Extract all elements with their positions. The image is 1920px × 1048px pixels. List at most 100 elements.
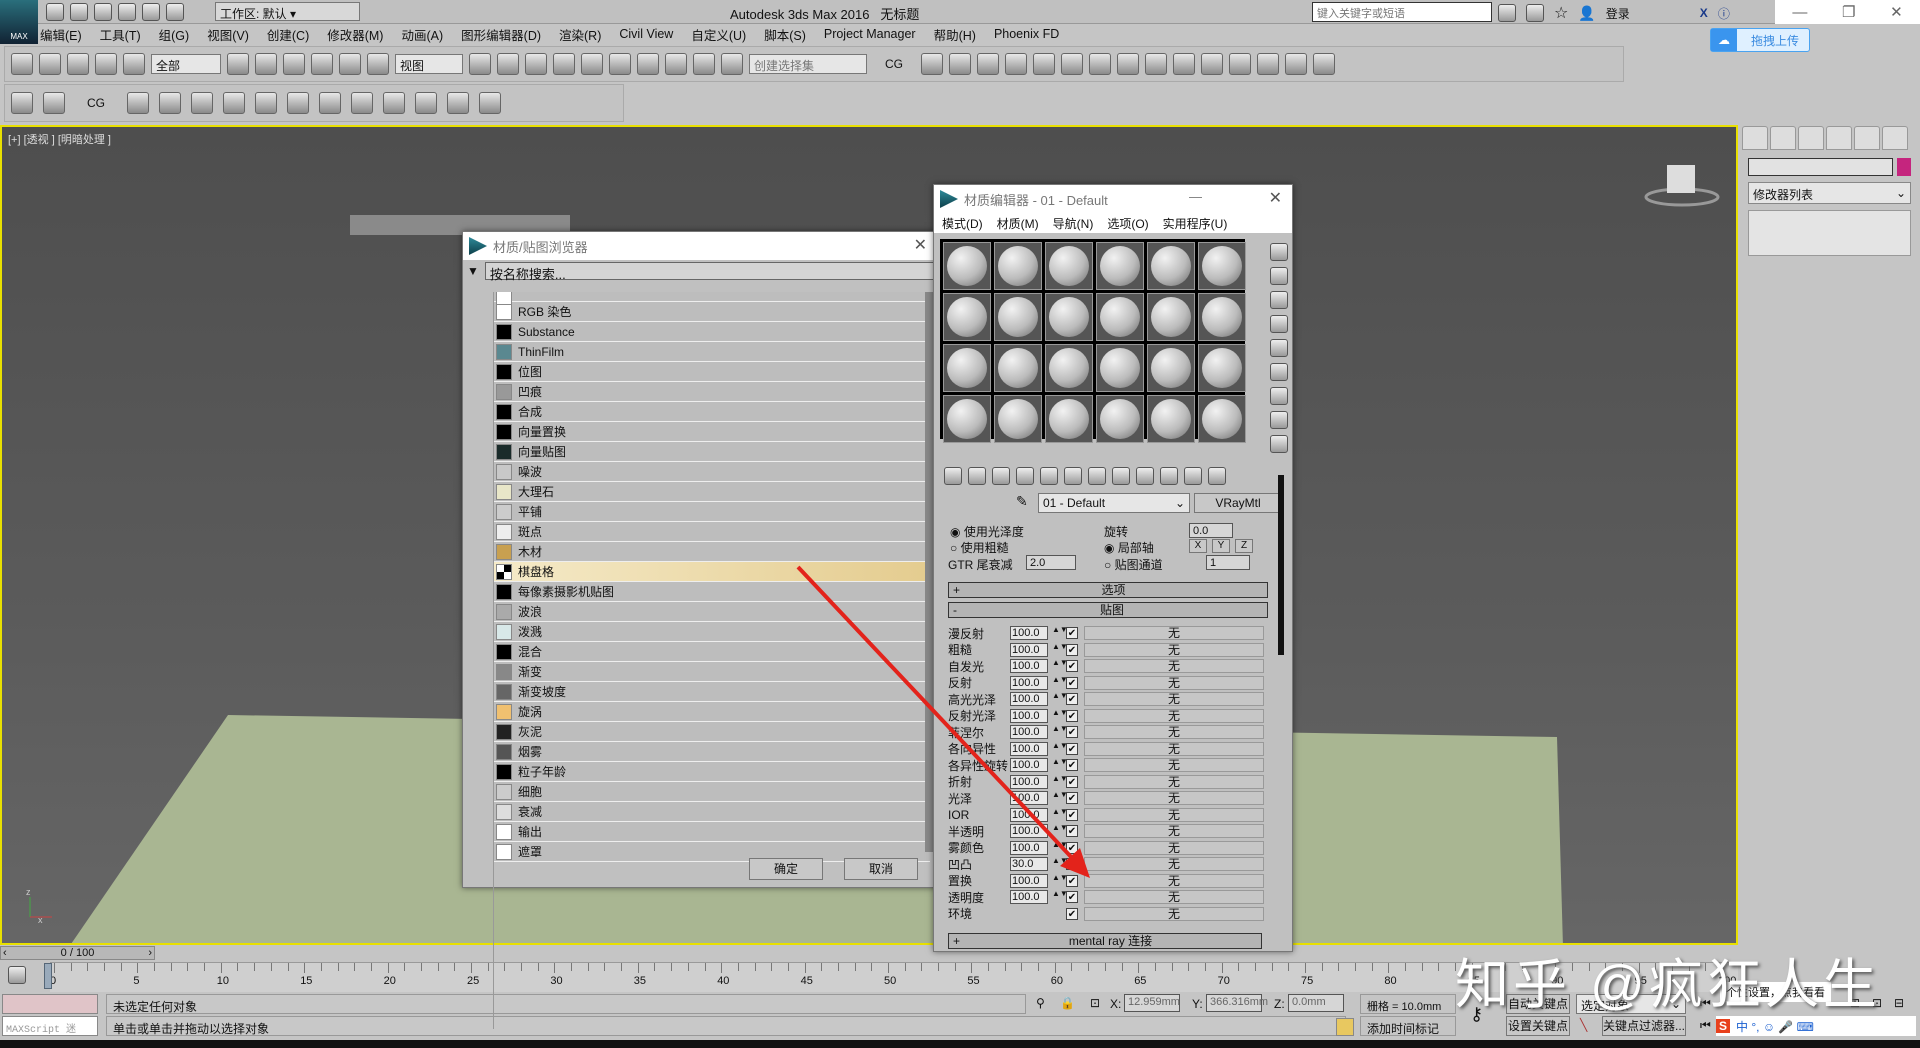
menu-item[interactable]: 创建(C) — [267, 25, 309, 44]
material-editor-icon[interactable] — [1173, 53, 1195, 75]
login-button[interactable]: 登录 — [1606, 5, 1630, 22]
menu-item[interactable]: 工具(T) — [100, 25, 141, 44]
absolute-mode-icon[interactable]: ⊡ — [1090, 996, 1100, 1010]
pick-material-icon[interactable] — [1208, 467, 1226, 485]
spinner-icon[interactable]: ▲▼ — [1052, 642, 1068, 657]
map-amount-input[interactable]: 100.0 — [1010, 642, 1048, 657]
list-item[interactable]: 泼溅 — [494, 622, 930, 642]
menu-item[interactable]: 导航(N) — [1053, 215, 1094, 232]
infocenter-search-input[interactable]: 键入关键字或短语 — [1312, 2, 1492, 22]
a360-icon[interactable] — [1313, 53, 1335, 75]
list-item[interactable]: 每像素摄影机贴图 — [494, 582, 930, 602]
qr-icon[interactable] — [1145, 53, 1167, 75]
y-coordinate-input[interactable]: 366.316mm — [1206, 994, 1268, 1012]
cancel-button[interactable]: 取消 — [844, 858, 918, 880]
z-coordinate-input[interactable]: 0.0mm — [1288, 994, 1344, 1012]
map-channel-radio[interactable]: ○ 贴图通道 — [1104, 556, 1163, 573]
playback-icon[interactable]: ⏮ — [1700, 1018, 1711, 1033]
list-item[interactable]: 位图 — [494, 362, 930, 382]
lock-icon[interactable]: 🔒 — [1060, 996, 1075, 1010]
material-map-navigator-icon[interactable] — [1270, 435, 1288, 453]
sample-slot[interactable] — [1045, 242, 1093, 290]
edit-named-sel-icon[interactable] — [721, 53, 743, 75]
map-slot-button[interactable]: 无 — [1084, 626, 1264, 640]
axis-z-button[interactable]: Z — [1235, 539, 1253, 553]
map-enable-checkbox[interactable]: ✔ — [1066, 775, 1078, 788]
x-coordinate-input[interactable]: 12.959mm — [1124, 994, 1180, 1012]
vray-frame-buffer-icon[interactable] — [351, 92, 373, 114]
spinner-icon[interactable]: ▲▼ — [1052, 741, 1068, 756]
place-icon[interactable] — [497, 53, 519, 75]
subscription-icon[interactable] — [1526, 4, 1544, 22]
list-item[interactable]: 棋盘格 — [494, 562, 930, 582]
sample-slot[interactable] — [943, 395, 991, 443]
map-amount-input[interactable]: 30.0 — [1010, 857, 1048, 871]
pivot-icon[interactable] — [525, 53, 547, 75]
object-name-input[interactable] — [1748, 158, 1893, 176]
snap-3d-icon[interactable] — [609, 53, 631, 75]
menu-item[interactable]: 动画(A) — [401, 25, 443, 44]
menu-item[interactable]: 实用程序(U) — [1163, 215, 1228, 232]
viewcube-icon[interactable] — [1644, 165, 1720, 207]
spinner-icon[interactable]: ▲▼ — [1052, 725, 1068, 739]
select-by-material-icon[interactable] — [1270, 411, 1288, 429]
use-roughness-radio[interactable]: ○ 使用粗糙 — [950, 539, 1009, 556]
list-item[interactable]: 凹痕 — [494, 382, 930, 402]
set-key-button[interactable]: 设置关键点 — [1506, 1016, 1570, 1036]
menu-item[interactable]: 脚本(S) — [764, 25, 806, 44]
rotation-input[interactable]: 0.0 — [1189, 523, 1233, 538]
map-enable-checkbox[interactable]: ✔ — [1066, 808, 1078, 821]
sample-slot[interactable] — [1147, 293, 1195, 341]
undo-icon[interactable] — [11, 53, 33, 75]
motion-tab-icon[interactable] — [1826, 126, 1852, 150]
map-slot-button[interactable]: 无 — [1084, 692, 1264, 706]
map-amount-input[interactable]: 100.0 — [1010, 890, 1048, 904]
map-enable-checkbox[interactable]: ✔ — [1066, 660, 1078, 672]
make-preview-icon[interactable] — [1270, 363, 1288, 381]
sample-slot[interactable] — [1147, 395, 1195, 443]
go-forward-icon[interactable] — [1184, 467, 1202, 485]
show-end-result-icon[interactable] — [1136, 467, 1154, 485]
map-enable-checkbox[interactable]: ✔ — [1066, 676, 1078, 689]
spinner-icon[interactable]: ▲▼ — [1052, 857, 1068, 871]
map-enable-checkbox[interactable]: ✔ — [1066, 874, 1078, 887]
utilities-tab-icon[interactable] — [1882, 126, 1908, 150]
list-item[interactable]: 合成 — [494, 402, 930, 422]
menu-item[interactable]: 模式(D) — [942, 215, 983, 232]
sample-slot[interactable] — [1198, 344, 1246, 392]
track-bar-icon[interactable] — [8, 966, 34, 988]
scrollbar[interactable] — [1278, 475, 1284, 655]
display-tab-icon[interactable] — [1854, 126, 1880, 150]
spinner-snap-icon[interactable] — [693, 53, 715, 75]
spinner-icon[interactable]: ▲▼ — [1052, 873, 1068, 888]
scrollbar[interactable] — [925, 292, 933, 852]
map-enable-checkbox[interactable]: ✔ — [1066, 841, 1078, 854]
gtr-tail-input[interactable]: 2.0 — [1026, 555, 1076, 570]
render-setup-icon[interactable] — [1201, 53, 1223, 75]
menu-item[interactable]: 渲染(R) — [559, 25, 601, 44]
map-slot-button[interactable]: 无 — [1084, 659, 1264, 673]
bind-spacewarp-icon[interactable] — [123, 53, 145, 75]
list-item[interactable]: RGB 染色 — [494, 302, 930, 322]
vray-render-icon[interactable] — [383, 92, 405, 114]
vray-ambient-icon[interactable] — [159, 92, 181, 114]
menu-item[interactable]: 修改器(M) — [327, 25, 383, 44]
map-amount-input[interactable]: 100.0 — [1010, 741, 1048, 756]
map-enable-checkbox[interactable]: ✔ — [1066, 693, 1078, 705]
menu-item[interactable]: 视图(V) — [207, 25, 249, 44]
sample-slot[interactable] — [1147, 344, 1195, 392]
modifier-stack[interactable] — [1748, 210, 1911, 256]
sample-slot[interactable] — [1198, 293, 1246, 341]
sample-slot[interactable] — [943, 242, 991, 290]
put-to-library-icon[interactable] — [1064, 467, 1082, 485]
vray-plane-icon[interactable] — [287, 92, 309, 114]
map-enable-checkbox[interactable]: ✔ — [1066, 858, 1078, 870]
list-item[interactable]: 衰减 — [494, 802, 930, 822]
user-icon[interactable]: 👤 — [1578, 5, 1595, 22]
pick-icon[interactable] — [553, 53, 575, 75]
map-enable-checkbox[interactable]: ✔ — [1066, 891, 1078, 903]
list-item[interactable]: 大理石 — [494, 482, 930, 502]
map-slot-button[interactable]: 无 — [1084, 791, 1264, 805]
v-icon[interactable] — [949, 53, 971, 75]
unlink-icon[interactable] — [95, 53, 117, 75]
